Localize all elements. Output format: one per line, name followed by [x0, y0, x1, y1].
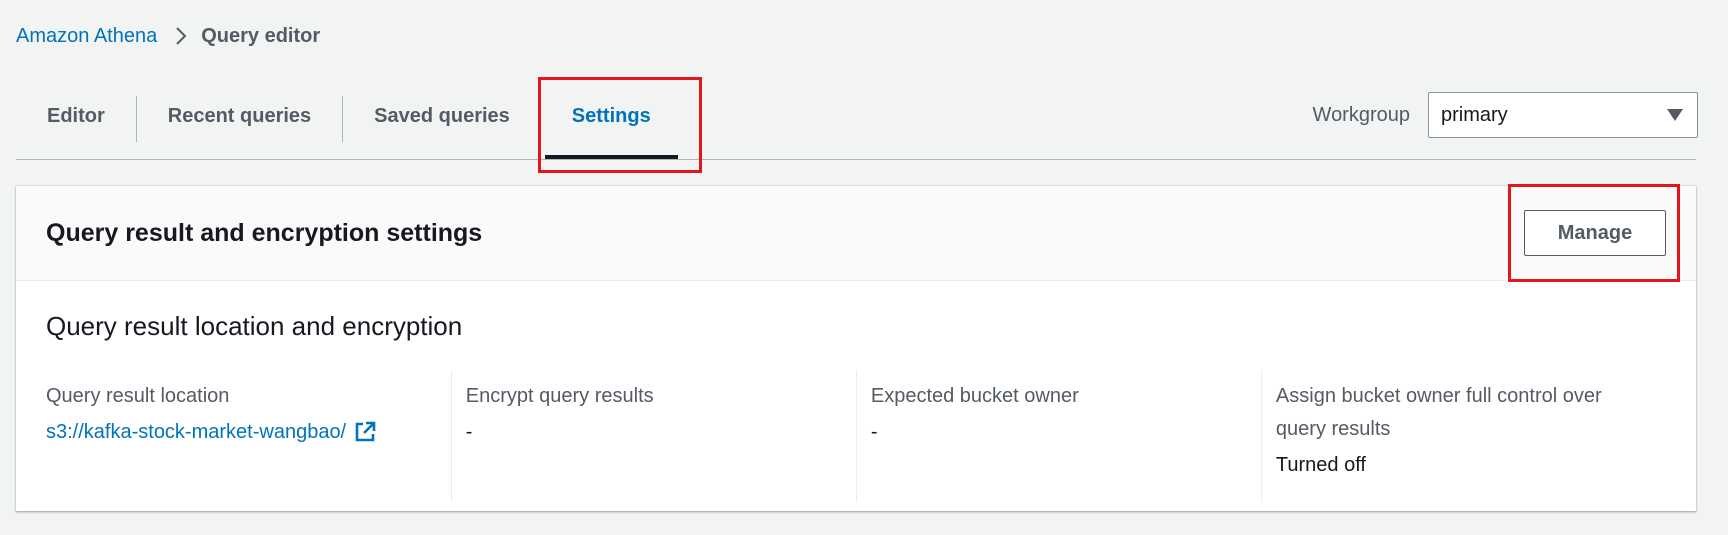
tab-editor[interactable]: Editor: [16, 88, 136, 162]
settings-columns: Query result location s3://kafka-stock-m…: [46, 370, 1666, 502]
external-link-icon: [355, 421, 376, 442]
query-result-location-link[interactable]: s3://kafka-stock-market-wangbao/: [46, 417, 376, 447]
panel-title: Query result and encryption settings: [46, 218, 483, 247]
field-value: s3://kafka-stock-market-wangbao/: [46, 421, 347, 443]
section-title: Query result location and encryption: [46, 311, 463, 341]
workgroup-label: Workgroup: [1312, 103, 1410, 126]
query-result-settings-panel: Query result and encryption settings Man…: [16, 186, 1696, 511]
field-value: -: [870, 421, 878, 443]
field-assign-bucket-owner-full-control: Assign bucket owner full control over qu…: [1260, 370, 1666, 502]
tabs-divider-line: [16, 159, 1696, 160]
panel-header: Query result and encryption settings Man…: [16, 186, 1696, 281]
breadcrumb-amazon-athena-link[interactable]: Amazon Athena: [16, 25, 157, 48]
manage-button[interactable]: Manage: [1524, 210, 1666, 256]
field-value: -: [465, 421, 473, 443]
breadcrumb: Amazon Athena Query editor: [16, 22, 320, 50]
field-value: Turned off: [1275, 454, 1366, 476]
tab-label: Editor: [47, 104, 105, 127]
field-encrypt-query-results: Encrypt query results -: [450, 370, 856, 502]
tab-recent-queries[interactable]: Recent queries: [137, 88, 342, 162]
workgroup-selected-value: primary: [1441, 103, 1508, 126]
field-label: Expected bucket owner: [870, 385, 1079, 407]
tab-list: Editor Recent queries Saved queries Sett…: [16, 88, 682, 162]
field-expected-bucket-owner: Expected bucket owner -: [855, 370, 1261, 502]
workgroup-select[interactable]: primary: [1428, 92, 1698, 138]
tab-label: Recent queries: [167, 104, 312, 127]
chevron-right-icon: [175, 26, 187, 46]
tab-settings[interactable]: Settings: [541, 88, 682, 162]
field-query-result-location: Query result location s3://kafka-stock-m…: [46, 370, 451, 502]
tab-saved-queries[interactable]: Saved queries: [343, 88, 541, 162]
workgroup-selector: Workgroup primary: [1313, 92, 1698, 138]
caret-down-icon: [1667, 109, 1683, 121]
field-label: Encrypt query results: [465, 385, 654, 407]
breadcrumb-current: Query editor: [201, 24, 321, 47]
tab-label: Saved queries: [374, 104, 510, 127]
field-label: Query result location: [46, 385, 230, 407]
field-label: Assign bucket owner full control over qu…: [1275, 385, 1602, 440]
panel-body: Query result location and encryption Que…: [16, 281, 1696, 502]
tab-label: Settings: [571, 104, 651, 127]
